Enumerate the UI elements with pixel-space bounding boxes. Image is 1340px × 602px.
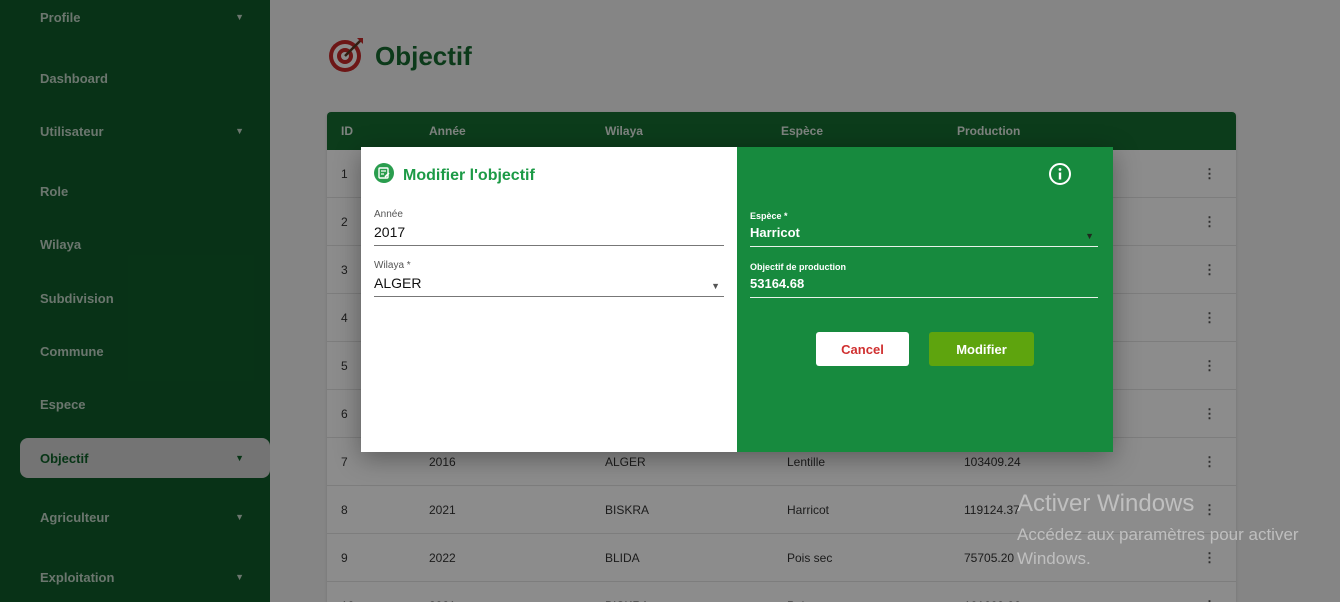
cancel-button[interactable]: Cancel <box>816 332 909 366</box>
wilaya-label: Wilaya * <box>374 260 411 271</box>
espece-value[interactable]: Harricot <box>750 225 1098 240</box>
wilaya-select[interactable]: Wilaya * ALGER ▼ <box>374 260 724 297</box>
wilaya-value[interactable]: ALGER <box>374 275 724 291</box>
wilaya-underline <box>374 296 724 297</box>
modifier-button[interactable]: Modifier <box>929 332 1034 366</box>
dialog-header: Modifier l'objectif <box>373 162 535 189</box>
windows-activation-watermark: Activer Windows Accédez aux paramètres p… <box>1017 490 1317 571</box>
objectif-label: Objectif de production <box>750 262 846 272</box>
edit-objectif-dialog: Modifier l'objectif Année 2017 Wilaya * … <box>361 147 1113 452</box>
espece-label: Espèce * <box>750 211 788 221</box>
watermark-subtitle: Accédez aux paramètres pour activer Wind… <box>1017 525 1299 568</box>
annee-label: Année <box>374 209 403 220</box>
objectif-underline <box>750 297 1098 298</box>
dropdown-arrow-icon[interactable]: ▼ <box>711 281 720 291</box>
espece-underline <box>750 246 1098 247</box>
watermark-title: Activer Windows <box>1017 490 1195 517</box>
dropdown-arrow-icon[interactable]: ▼ <box>1085 231 1094 241</box>
edit-note-icon <box>373 162 395 189</box>
annee-field[interactable]: Année 2017 <box>374 209 724 246</box>
dialog-left-panel: Modifier l'objectif Année 2017 Wilaya * … <box>361 147 737 452</box>
dialog-right-panel: Espèce * Harricot ▼ Objectif de producti… <box>737 147 1113 452</box>
annee-underline <box>374 245 724 246</box>
annee-value[interactable]: 2017 <box>374 224 724 240</box>
objectif-production-field[interactable]: Objectif de production 53164.68 <box>750 262 1098 298</box>
dialog-title: Modifier l'objectif <box>403 166 535 184</box>
espece-select[interactable]: Espèce * Harricot ▼ <box>750 211 1098 247</box>
objectif-value[interactable]: 53164.68 <box>750 276 1098 291</box>
info-icon[interactable] <box>1048 162 1072 191</box>
